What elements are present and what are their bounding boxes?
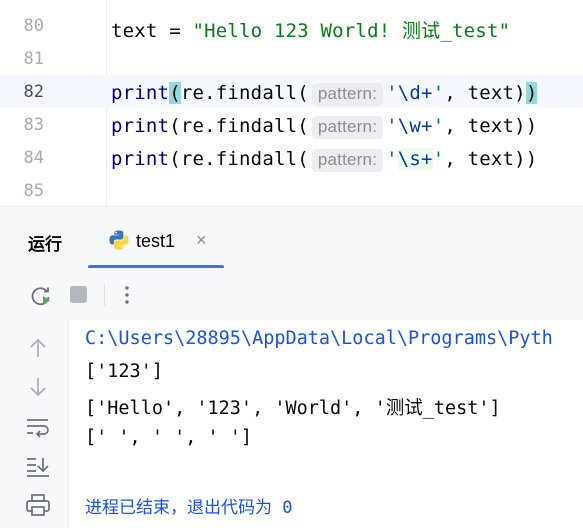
line-number: 80	[23, 16, 44, 36]
line-number: 85	[23, 181, 44, 201]
code-text: print(re.findall(pattern: '\d+', text))	[111, 82, 538, 106]
parameter-hint: pattern:	[311, 116, 384, 139]
code-token: '	[432, 115, 445, 137]
console-side-toolbar	[0, 320, 69, 528]
code-token: , text)	[444, 82, 526, 104]
code-token: "Hello 123 World! 测试_test"	[192, 20, 511, 42]
console-exit-message: 进程已结束，退出代码为 0	[85, 498, 293, 518]
code-text: print(re.findall(pattern: '\w+', text))	[111, 115, 537, 139]
run-toolbar	[0, 268, 583, 321]
more-vertical-icon[interactable]	[114, 282, 140, 308]
run-panel-title: 运行	[28, 235, 62, 254]
code-token: print	[111, 148, 170, 170]
console-path-line: C:\Users\28895\AppData\Local\Programs\Py…	[85, 328, 553, 349]
code-line[interactable]: 81	[0, 42, 583, 75]
rerun-icon[interactable]	[28, 282, 54, 308]
code-line[interactable]: 82 print(re.findall(pattern: '\d+', text))	[0, 75, 583, 108]
line-number: 83	[23, 115, 44, 135]
code-token: text =	[111, 20, 193, 42]
python-icon	[109, 230, 129, 250]
code-line[interactable]: 84 print(re.findall(pattern: '\s+', text))	[0, 141, 583, 174]
run-tool-window-header: 运行 test1 ×	[0, 206, 583, 269]
code-line[interactable]: 80 text = "Hello 123 World! 测试_test"	[0, 9, 583, 42]
code-token: (re.findall(	[169, 148, 309, 170]
code-token: '	[386, 82, 398, 104]
console-output-line: ['123']	[85, 361, 163, 382]
code-token: '	[432, 148, 445, 170]
arrow-down-icon[interactable]	[24, 374, 52, 400]
code-token: print	[111, 115, 170, 137]
code-token: (	[169, 82, 181, 104]
toolbar-separator	[104, 284, 105, 306]
console-output-line: [' ', ' ', ' ']	[85, 427, 253, 448]
parameter-hint: pattern:	[311, 83, 384, 106]
code-token: \w+	[397, 115, 433, 137]
line-number: 81	[23, 49, 44, 69]
print-icon[interactable]	[24, 492, 52, 518]
code-token: (re.findall(	[169, 115, 309, 137]
code-token: , text))	[444, 148, 538, 170]
code-token: '	[432, 82, 445, 104]
code-token: \s+	[397, 148, 433, 170]
code-token: re.findall(	[180, 82, 309, 104]
code-token: '	[386, 115, 398, 137]
code-token: , text))	[444, 115, 538, 137]
close-icon[interactable]: ×	[196, 230, 207, 251]
line-number: 84	[23, 148, 44, 168]
code-token: )	[525, 82, 538, 104]
code-editor[interactable]: 80 text = "Hello 123 World! 测试_test" 81 82 p…	[0, 0, 583, 206]
code-text: text = "Hello 123 World! 测试_test"	[111, 16, 510, 43]
parameter-hint: pattern:	[311, 149, 384, 172]
code-line[interactable]: 85	[0, 174, 583, 206]
tab-test1[interactable]: test1 ×	[104, 221, 224, 269]
stop-icon[interactable]	[66, 282, 92, 308]
arrow-up-icon[interactable]	[24, 335, 52, 361]
console-output-line: ['Hello', '123', 'World', '测试_test']	[85, 398, 501, 419]
code-text: print(re.findall(pattern: '\s+', text))	[111, 148, 537, 172]
line-number: 82	[23, 82, 44, 102]
scroll-to-end-icon[interactable]	[24, 453, 52, 479]
code-token: \d+	[397, 82, 433, 104]
console-output[interactable]: C:\Users\28895\AppData\Local\Programs\Py…	[69, 320, 583, 528]
code-token: print	[111, 82, 170, 104]
code-line[interactable]: 83 print(re.findall(pattern: '\w+', text))	[0, 108, 583, 141]
soft-wrap-icon[interactable]	[24, 414, 52, 440]
tab-label: test1	[136, 231, 176, 251]
code-token: '	[386, 148, 398, 170]
